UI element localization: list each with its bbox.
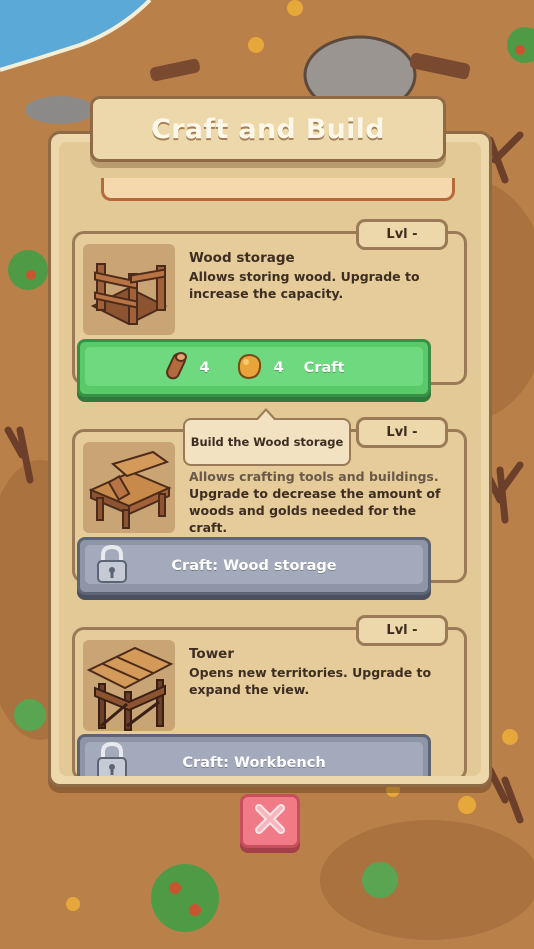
locked-button-label: Craft: Wood storage [171, 558, 337, 574]
tooltip-text: Build the Wood storage [190, 435, 344, 449]
card-title: Wood storage [189, 250, 295, 266]
previous-card-bottom-edge [101, 178, 455, 201]
requirement-tooltip: Build the Wood storage [183, 408, 351, 466]
card-description: Allows crafting tools and buildings. Upg… [189, 468, 457, 536]
level-tag: Lvl - [356, 219, 448, 250]
close-button[interactable] [240, 794, 300, 848]
level-tag: Lvl - [356, 615, 448, 646]
card-title: Tower [189, 646, 234, 662]
dialog-title-banner: Craft and Build [90, 96, 446, 162]
card-description: Allows storing wood. Upgrade to increase… [189, 269, 420, 301]
craft-tower-locked-button[interactable]: Craft: Workbench [77, 734, 431, 776]
craft-wood-storage-button[interactable]: 4 4 Craft [77, 339, 431, 397]
lock-icon [94, 741, 130, 776]
gold-nugget-icon [234, 351, 264, 385]
wood-log-icon [163, 351, 189, 385]
gold-cost: 4 [273, 360, 284, 376]
dialog-title: Craft and Build [151, 113, 385, 145]
card-description-visible: Upgrade to decrease the amount of woods … [189, 486, 441, 535]
wood-cost: 4 [199, 360, 210, 376]
wood-storage-image [83, 244, 175, 335]
craft-label: Craft [303, 360, 345, 376]
lock-icon [94, 544, 130, 588]
level-tag: Lvl - [356, 417, 448, 448]
tower-image [83, 640, 175, 731]
locked-button-label: Craft: Workbench [182, 755, 326, 771]
card-description-obscured: Allows crafting tools and buildings. [189, 469, 439, 484]
close-x-icon [253, 802, 287, 840]
craft-workbench-locked-button[interactable]: Craft: Wood storage [77, 537, 431, 595]
workbench-image [83, 442, 175, 533]
card-description: Opens new territories. Upgrade to expand… [189, 665, 432, 697]
